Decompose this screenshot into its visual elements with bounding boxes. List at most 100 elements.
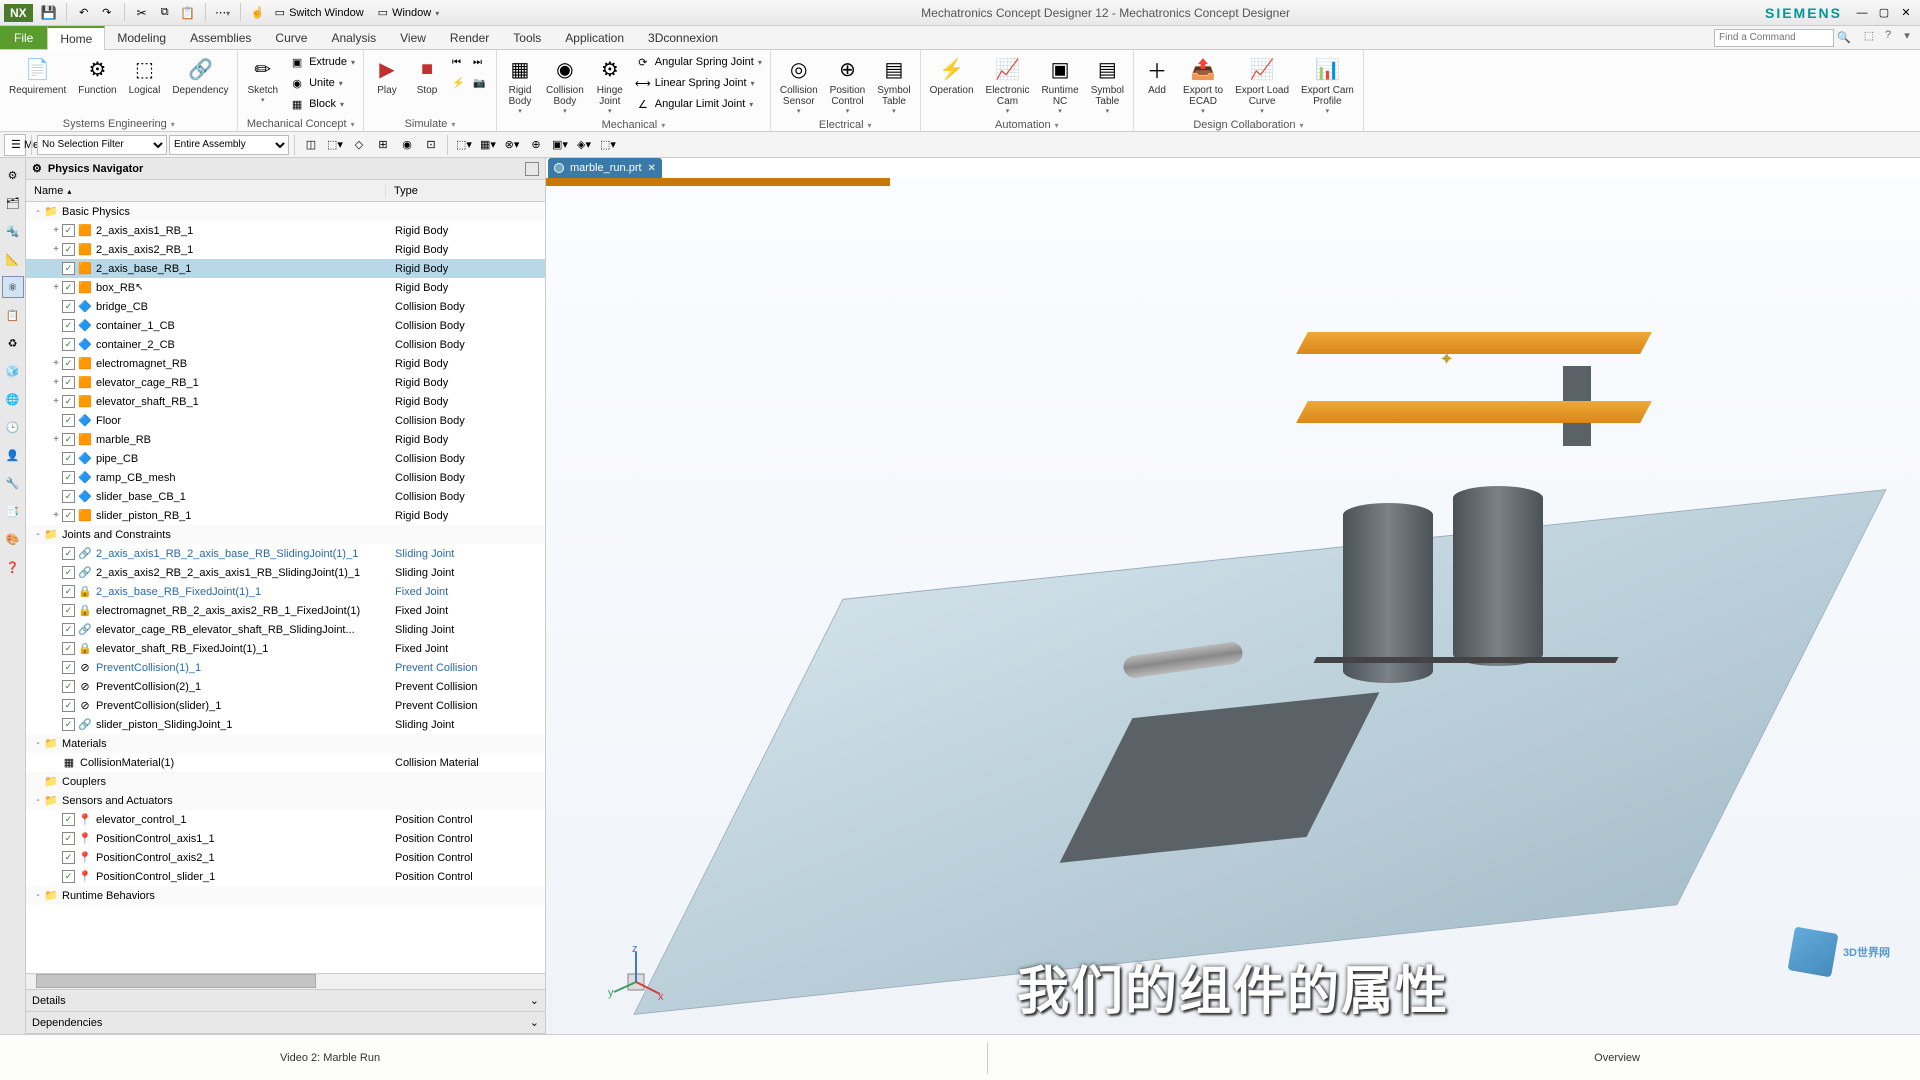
tb-btn-3[interactable]: ◇ (348, 134, 370, 156)
unite-button[interactable]: ◉Unite (285, 73, 359, 93)
tree-item[interactable]: ▦CollisionMaterial(1)Collision Material (26, 753, 545, 772)
options-button[interactable]: ▾ (1898, 26, 1916, 44)
tree-item[interactable]: ✓🔷slider_base_CB_1Collision Body (26, 487, 545, 506)
expander-icon[interactable]: - (32, 795, 44, 806)
checkbox[interactable]: ✓ (62, 395, 75, 408)
tree-item[interactable]: ✓🔷ramp_CB_meshCollision Body (26, 468, 545, 487)
tree-folder[interactable]: 📁Couplers (26, 772, 545, 791)
checkbox[interactable]: ✓ (62, 680, 75, 693)
tree-item[interactable]: ✓⊘PreventCollision(slider)_1Prevent Coll… (26, 696, 545, 715)
checkbox[interactable]: ✓ (62, 300, 75, 313)
rail-layer-icon[interactable]: 📑 (2, 500, 24, 522)
assembly-scope-dropdown[interactable]: Entire Assembly (169, 135, 289, 155)
tree-folder[interactable]: -📁Materials (26, 734, 545, 753)
navigator-tree[interactable]: -📁Basic Physics+✓🟧2_axis_axis1_RB_1Rigid… (26, 202, 545, 973)
minimize-button[interactable]: — (1852, 4, 1872, 22)
column-type[interactable]: Type (386, 185, 426, 197)
function-button[interactable]: ⚙Function (73, 52, 121, 99)
switch-window-button[interactable]: ▭ Switch Window (268, 3, 371, 22)
checkbox[interactable]: ✓ (62, 471, 75, 484)
dependency-button[interactable]: 🔗Dependency (167, 52, 233, 99)
symbol-button[interactable]: ▤SymbolTable▾ (872, 52, 915, 118)
touch-mode-button[interactable] (248, 3, 268, 23)
tree-item[interactable]: ✓🔷FloorCollision Body (26, 411, 545, 430)
tree-folder[interactable]: -📁Joints and Constraints (26, 525, 545, 544)
export-cam-button[interactable]: 📊Export CamProfile▾ (1296, 52, 1359, 118)
checkbox[interactable]: ✓ (62, 338, 75, 351)
sim-tool-button[interactable]: ⏭ (469, 52, 489, 72)
rail-visual-icon[interactable]: 🎨 (2, 528, 24, 550)
tree-item[interactable]: ✓⊘PreventCollision(1)_1Prevent Collision (26, 658, 545, 677)
electronic-button[interactable]: 📈ElectronicCam▾ (981, 52, 1035, 118)
navigator-hscroll[interactable] (26, 973, 545, 989)
export-to-button[interactable]: 📤Export toECAD▾ (1178, 52, 1228, 118)
more-button[interactable]: ⋯ (213, 3, 233, 23)
tb-btn-9[interactable]: ⊗▾ (501, 134, 523, 156)
linear-spring-joint-button[interactable]: ⟷Linear Spring Joint (631, 73, 766, 93)
rail-physics-navigator-icon[interactable]: ⚛ (2, 276, 24, 298)
tb-btn-13[interactable]: ⬚▾ (597, 134, 619, 156)
checkbox[interactable]: ✓ (62, 699, 75, 712)
expander-icon[interactable]: + (50, 358, 62, 369)
tree-item[interactable]: ✓📍PositionControl_axis2_1Position Contro… (26, 848, 545, 867)
tree-item[interactable]: ✓🟧2_axis_base_RB_1Rigid Body (26, 259, 545, 278)
symbol-button[interactable]: ▤SymbolTable▾ (1086, 52, 1129, 118)
tree-folder[interactable]: -📁Sensors and Actuators (26, 791, 545, 810)
runtime-button[interactable]: ▣RuntimeNC▾ (1036, 52, 1083, 118)
expander-icon[interactable]: + (50, 282, 62, 293)
command-search-input[interactable] (1714, 29, 1834, 47)
tree-item[interactable]: +✓🟧2_axis_axis1_RB_1Rigid Body (26, 221, 545, 240)
view-triad-icon[interactable]: z x y (606, 944, 666, 1004)
sim-tool-button[interactable]: ⚡ (448, 73, 468, 93)
tree-item[interactable]: ✓🔒elevator_shaft_RB_FixedJoint(1)_1Fixed… (26, 639, 545, 658)
block-button[interactable]: ▦Block (285, 94, 359, 114)
tab-3dconnexion[interactable]: 3Dconnexion (636, 26, 730, 49)
expander-icon[interactable]: + (50, 244, 62, 255)
close-tab-icon[interactable]: ✕ (648, 163, 656, 174)
tab-view[interactable]: View (388, 26, 438, 49)
tab-modeling[interactable]: Modeling (105, 26, 178, 49)
cut-button[interactable] (132, 3, 152, 23)
rail-system-icon[interactable]: 🔧 (2, 472, 24, 494)
tree-item[interactable]: +✓🟧slider_piston_RB_1Rigid Body (26, 506, 545, 525)
sketch-button[interactable]: ✏Sketch▾ (242, 52, 283, 107)
copy-button[interactable] (155, 3, 175, 23)
rail-history-icon[interactable]: 🕒 (2, 416, 24, 438)
expander-icon[interactable]: + (50, 510, 62, 521)
position-button[interactable]: ⊕PositionControl▾ (825, 52, 871, 118)
tree-folder[interactable]: -📁Basic Physics (26, 202, 545, 221)
checkbox[interactable]: ✓ (62, 642, 75, 655)
tree-item[interactable]: +✓🟧elevator_shaft_RB_1Rigid Body (26, 392, 545, 411)
add-button[interactable]: ＋Add (1138, 52, 1176, 99)
rail-settings-icon[interactable]: ⚙ (2, 164, 24, 186)
dependencies-section[interactable]: Dependencies⌄ (26, 1012, 545, 1034)
tree-item[interactable]: ✓📍PositionControl_axis1_1Position Contro… (26, 829, 545, 848)
rail-hd3d-icon[interactable]: 🧊 (2, 360, 24, 382)
tab-curve[interactable]: Curve (263, 26, 319, 49)
checkbox[interactable]: ✓ (62, 490, 75, 503)
group-expand-icon[interactable]: ▾ (868, 121, 872, 130)
search-button[interactable] (1834, 28, 1854, 48)
checkbox[interactable]: ✓ (62, 509, 75, 522)
tree-item[interactable]: +✓🟧elevator_cage_RB_1Rigid Body (26, 373, 545, 392)
document-tab[interactable]: marble_run.prt ✕ (548, 158, 662, 178)
tab-assemblies[interactable]: Assemblies (178, 26, 263, 49)
tab-tools[interactable]: Tools (501, 26, 553, 49)
stop-button[interactable]: ■Stop (408, 52, 446, 99)
expander-icon[interactable]: + (50, 377, 62, 388)
rail-assembly-navigator-icon[interactable]: 🔩 (2, 220, 24, 242)
tb-btn-4[interactable]: ⊞ (372, 134, 394, 156)
checkbox[interactable]: ✓ (62, 566, 75, 579)
checkbox[interactable]: ✓ (62, 224, 75, 237)
checkbox[interactable]: ✓ (62, 376, 75, 389)
tree-item[interactable]: ✓🔷pipe_CBCollision Body (26, 449, 545, 468)
tree-item[interactable]: ✓🔗2_axis_axis2_RB_2_axis_axis1_RB_Slidin… (26, 563, 545, 582)
group-expand-icon[interactable]: ▾ (351, 120, 355, 129)
rail-reuse-icon[interactable]: ♻ (2, 332, 24, 354)
group-expand-icon[interactable]: ▾ (451, 120, 455, 129)
sim-tool-button[interactable]: 📷 (469, 73, 489, 93)
expander-icon[interactable]: + (50, 225, 62, 236)
sim-tool-button[interactable]: ⏮ (448, 52, 468, 72)
window-menu-button[interactable]: ▭ Window (371, 3, 447, 22)
checkbox[interactable]: ✓ (62, 433, 75, 446)
